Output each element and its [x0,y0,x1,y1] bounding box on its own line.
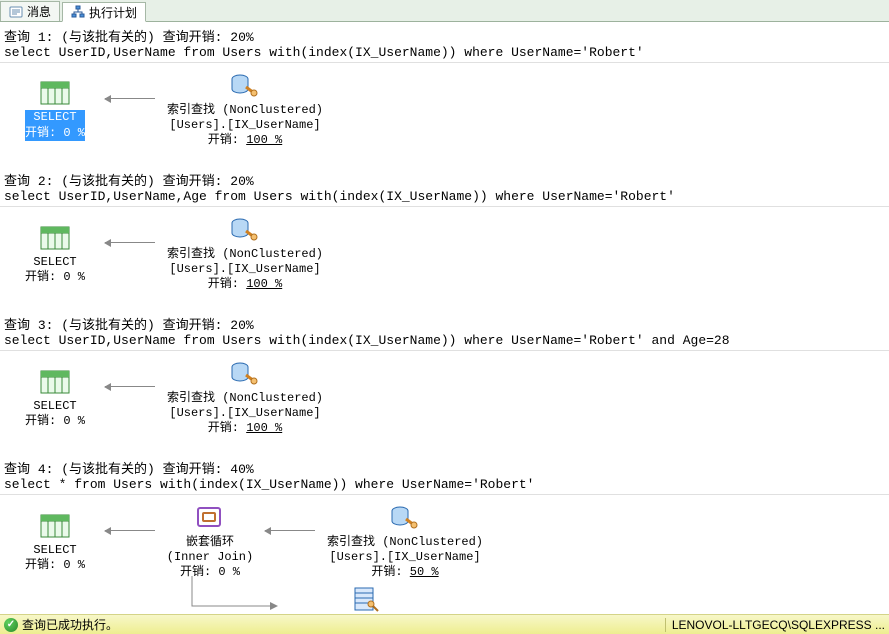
plan-node-index-seek[interactable]: 索引查找 (NonClustered) [Users].[IX_UserName… [320,501,490,580]
plan-arrow [260,521,320,541]
query-block: 查询 4: (与该批有关的) 查询开销: 40% select * from U… [0,458,889,614]
query-header: 查询 1: (与该批有关的) 查询开销: 20% [0,26,889,45]
plan-row: SELECT 开销: 0 % 索引查找 (NonClustered) [User… [0,207,889,294]
plan-node-select[interactable]: SELECT 开销: 0 % [10,509,100,573]
query-sql: select UserID,UserName from Users with(i… [0,45,889,63]
query-block: 查询 3: (与该批有关的) 查询开销: 20% select UserID,U… [0,314,889,438]
plan-node-select[interactable]: SELECT开销: 0 % [10,76,100,141]
query-block: 查询 1: (与该批有关的) 查询开销: 20% select UserID,U… [0,26,889,150]
query-block: 查询 2: (与该批有关的) 查询开销: 20% select UserID,U… [0,170,889,294]
index-seek-icon [230,217,260,243]
status-bar: ✓ 查询已成功执行。 LENOVOL-LLTGECQ\SQLEXPRESS ..… [0,614,889,634]
plan-connector [190,576,280,614]
plan-node-key-lookup[interactable]: 键查找 (Clustered) [280,582,450,614]
plan-arrow [100,377,160,397]
query-sql: select * from Users with(index(IX_UserNa… [0,477,889,495]
plan-arrow [100,521,160,541]
plan-node-index-seek[interactable]: 索引查找 (NonClustered) [Users].[IX_UserName… [160,213,330,292]
plan-node-index-seek[interactable]: 索引查找 (NonClustered) [Users].[IX_UserName… [160,69,330,148]
nested-loop-icon [195,505,225,531]
plan-row: SELECT 开销: 0 % 索引查找 (NonClustered) [User… [0,351,889,438]
status-server: LENOVOL-LLTGECQ\SQLEXPRESS ... [665,618,885,632]
success-icon: ✓ [4,618,18,632]
execplan-icon [71,5,85,19]
tab-messages-label: 消息 [27,3,51,20]
select-icon [39,369,71,395]
messages-icon [9,5,23,19]
results-tab-bar: 消息 执行计划 [0,0,889,22]
plan-node-select[interactable]: SELECT 开销: 0 % [10,365,100,429]
select-icon [39,80,71,106]
select-icon [39,225,71,251]
plan-node-select[interactable]: SELECT 开销: 0 % [10,221,100,285]
key-lookup-icon [351,586,379,612]
tab-execution-plan[interactable]: 执行计划 [62,2,146,22]
select-icon [39,513,71,539]
query-sql: select UserID,UserName,Age from Users wi… [0,189,889,207]
plan-node-index-seek[interactable]: 索引查找 (NonClustered) [Users].[IX_UserName… [160,357,330,436]
index-seek-icon [230,361,260,387]
tab-execplan-label: 执行计划 [89,4,137,21]
status-message: 查询已成功执行。 [22,616,118,633]
plan-row: SELECT开销: 0 % 索引查找 (NonClustered) [Users… [0,63,889,150]
tab-messages[interactable]: 消息 [0,1,60,21]
plan-node-nested-loop[interactable]: 嵌套循环 (Inner Join) 开销: 0 % [160,501,260,580]
index-seek-icon [390,505,420,531]
query-header: 查询 3: (与该批有关的) 查询开销: 20% [0,314,889,333]
execution-plan-pane[interactable]: 查询 1: (与该批有关的) 查询开销: 20% select UserID,U… [0,22,889,614]
query-header: 查询 4: (与该批有关的) 查询开销: 40% [0,458,889,477]
query-sql: select UserID,UserName from Users with(i… [0,333,889,351]
index-seek-icon [230,73,260,99]
plan-row: SELECT 开销: 0 % 嵌套循环 (Inner Join) 开销: 0 %… [0,495,889,582]
plan-arrow [100,233,160,253]
query-header: 查询 2: (与该批有关的) 查询开销: 20% [0,170,889,189]
plan-arrow [100,89,160,109]
